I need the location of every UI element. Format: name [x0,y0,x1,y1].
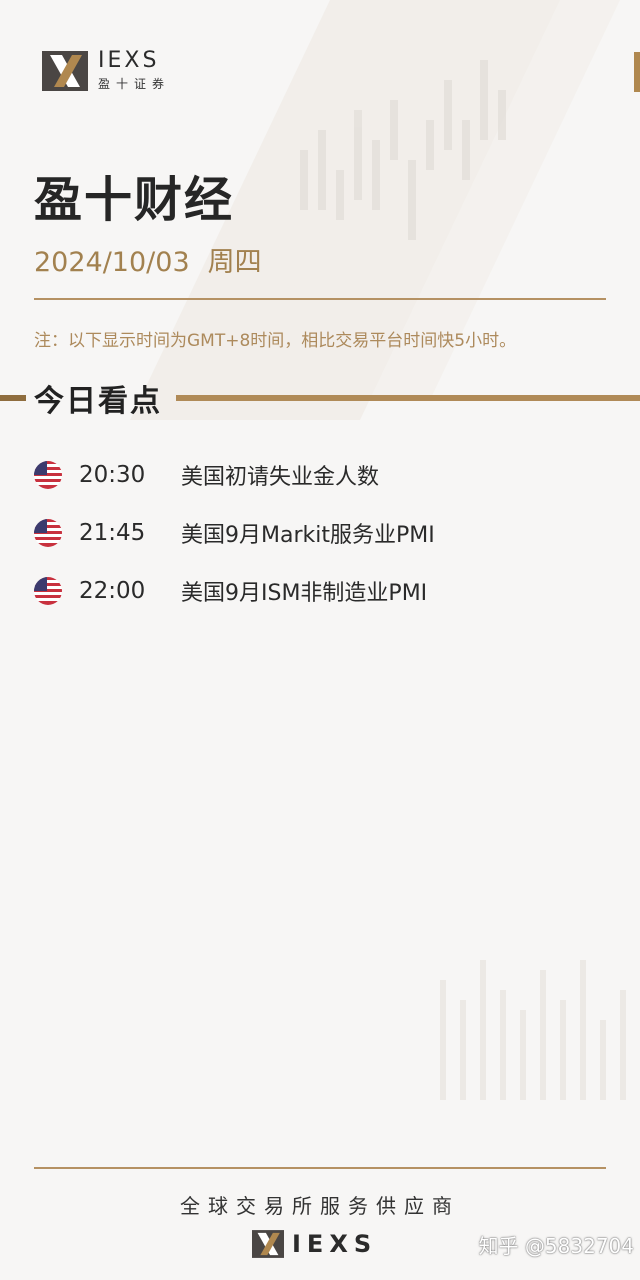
section-title: 今日看点 [34,384,162,419]
event-time: 21:45 [79,520,146,546]
weekday-text: 周四 [207,247,262,278]
section-bar-right [176,395,640,401]
footer-slogan: 全球交易所服务供应商 [180,1194,460,1218]
section-header: 今日看点 [0,376,640,419]
iexs-logo-icon [252,1230,284,1258]
page-title: 盈十财经 [34,172,235,228]
us-flag-icon [34,577,62,605]
footer-brand-text: IEXS [292,1230,378,1258]
header-divider [34,298,606,300]
event-time: 20:30 [79,462,146,488]
corner-accent-tab [634,52,640,92]
section-bar-left [0,395,26,401]
date-line: 2024/10/03 周四 [34,240,280,279]
event-item: 22:00 美国9月ISM非制造业PMI [34,576,427,606]
event-item: 21:45 美国9月Markit服务业PMI [34,518,435,548]
event-name: 美国9月ISM非制造业PMI [181,581,428,606]
us-flag-icon [34,519,62,547]
event-name: 美国9月Markit服务业PMI [181,523,435,548]
us-flag-icon [34,461,62,489]
logo-brand-text: IEXS [98,48,160,73]
zhihu-watermark: 知乎 @5832704 [478,1234,634,1258]
footer-logo: IEXS [252,1230,377,1258]
header-logo: IEXS 盈十证券 [42,50,170,92]
timezone-note: 注：以下显示时间为GMT+8时间，相比交易平台时间快5小时。 [34,331,517,351]
footer-divider [34,1167,606,1169]
event-name: 美国初请失业金人数 [181,465,380,490]
date-text: 2024/10/03 [34,247,190,278]
iexs-logo-icon [42,51,88,91]
event-item: 20:30 美国初请失业金人数 [34,460,379,490]
logo-brand-cn: 盈十证券 [98,77,171,91]
event-time: 22:00 [79,578,146,604]
